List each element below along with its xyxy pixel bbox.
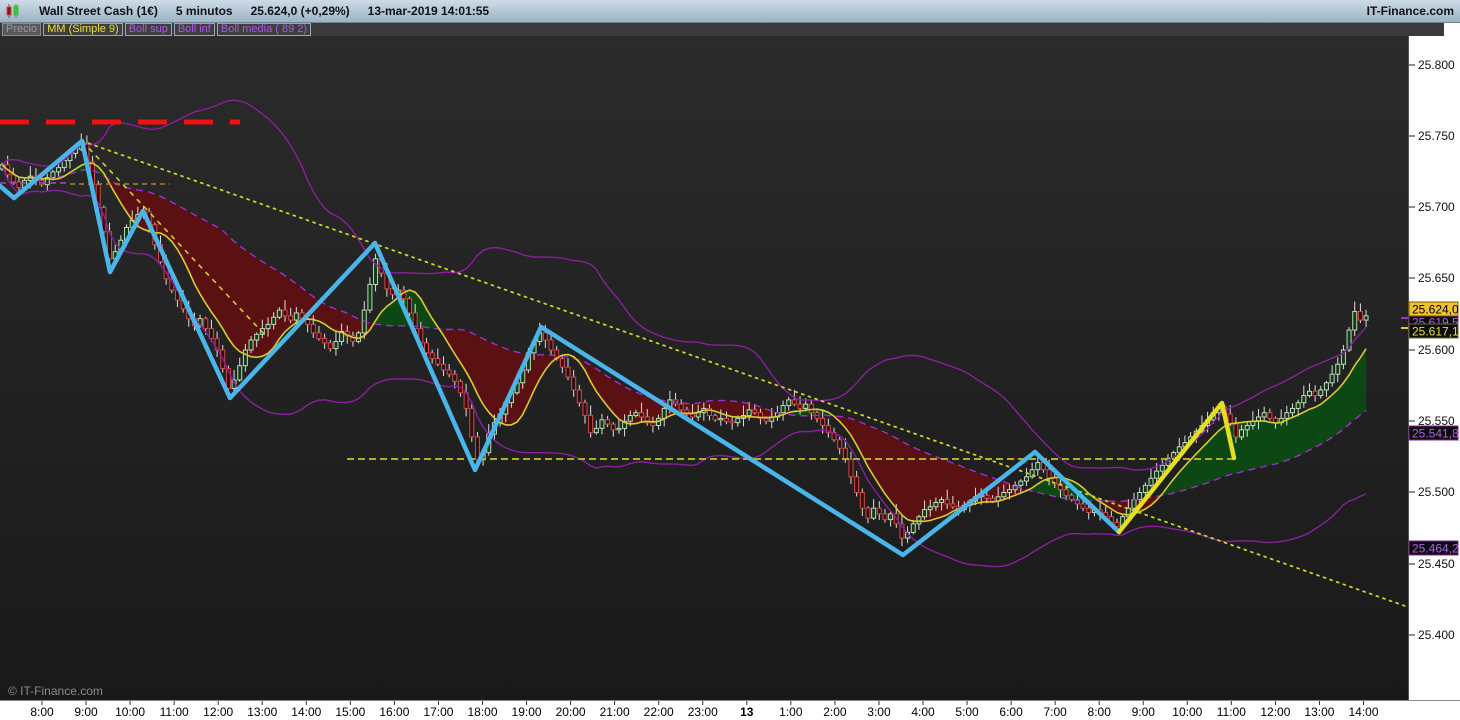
svg-text:25.624,0: 25.624,0 — [1412, 303, 1459, 317]
svg-text:25.700: 25.700 — [1418, 200, 1455, 214]
svg-text:2:00: 2:00 — [823, 705, 847, 719]
svg-text:19:00: 19:00 — [512, 705, 542, 719]
indicator-toolbar: PrecioMM (Simple 9)Boll supBoll infBoll … — [0, 23, 1444, 36]
indicator-button-boll-sup[interactable]: Boll sup — [125, 23, 172, 36]
svg-text:17:00: 17:00 — [423, 705, 453, 719]
trading-app-window: { "header": { "instrument": "Wall Street… — [0, 0, 1460, 720]
indicator-button-boll-media-89-2[interactable]: Boll media ( 89 2) — [217, 23, 311, 36]
svg-text:21:00: 21:00 — [600, 705, 630, 719]
brand-link[interactable]: IT-Finance.com — [1367, 4, 1454, 18]
svg-text:25.750: 25.750 — [1418, 129, 1455, 143]
svg-text:25.600: 25.600 — [1418, 343, 1455, 357]
quote-change: 25.624,0 (+0,29%) — [251, 4, 350, 18]
svg-text:25.464,2: 25.464,2 — [1412, 542, 1459, 556]
svg-text:14:00: 14:00 — [1348, 705, 1378, 719]
svg-text:1:00: 1:00 — [779, 705, 803, 719]
axis-corner — [1444, 22, 1460, 36]
svg-text:25.541,8: 25.541,8 — [1412, 427, 1459, 441]
svg-text:13:00: 13:00 — [1304, 705, 1334, 719]
watermark: © IT-Finance.com — [8, 684, 103, 698]
svg-text:25.400: 25.400 — [1418, 628, 1455, 642]
svg-text:7:00: 7:00 — [1043, 705, 1067, 719]
svg-text:9:00: 9:00 — [1132, 705, 1156, 719]
svg-text:8:00: 8:00 — [1088, 705, 1112, 719]
indicator-button-boll-inf[interactable]: Boll inf — [174, 23, 215, 36]
svg-text:25.650: 25.650 — [1418, 271, 1455, 285]
svg-text:23:00: 23:00 — [688, 705, 718, 719]
svg-text:12:00: 12:00 — [1260, 705, 1290, 719]
svg-text:4:00: 4:00 — [911, 705, 935, 719]
svg-text:6:00: 6:00 — [999, 705, 1023, 719]
svg-text:9:00: 9:00 — [74, 705, 98, 719]
title-bar: Wall Street Cash (1€) 5 minutos 25.624,0… — [0, 0, 1460, 23]
svg-text:16:00: 16:00 — [379, 705, 409, 719]
plot-background — [0, 36, 1408, 700]
svg-text:25.617,1: 25.617,1 — [1412, 325, 1459, 339]
svg-text:22:00: 22:00 — [644, 705, 674, 719]
svg-text:11:00: 11:00 — [160, 705, 189, 719]
svg-text:25.500: 25.500 — [1418, 485, 1455, 499]
candlestick-icon — [5, 3, 21, 19]
svg-text:20:00: 20:00 — [556, 705, 586, 719]
datetime-label: 13-mar-2019 14:01:55 — [368, 4, 489, 18]
svg-text:13: 13 — [740, 705, 754, 719]
price-tag-last: 25.624,0 — [1409, 302, 1459, 317]
svg-text:15:00: 15:00 — [335, 705, 365, 719]
svg-text:14:00: 14:00 — [291, 705, 321, 719]
price-tag-boll-inf: 25.464,2 — [1409, 541, 1459, 556]
timeframe-label: 5 minutos — [176, 4, 233, 18]
price-tag-mm9: 25.617,1 — [1409, 324, 1459, 339]
svg-text:12:00: 12:00 — [203, 705, 233, 719]
indicator-button-precio[interactable]: Precio — [2, 23, 41, 36]
svg-text:3:00: 3:00 — [867, 705, 891, 719]
svg-text:10:00: 10:00 — [115, 705, 145, 719]
price-tag-boll-media: 25.541,8 — [1409, 426, 1459, 441]
instrument-name: Wall Street Cash (1€) — [39, 4, 158, 18]
svg-text:10:00: 10:00 — [1172, 705, 1202, 719]
svg-text:18:00: 18:00 — [467, 705, 497, 719]
svg-text:13:00: 13:00 — [247, 705, 277, 719]
svg-text:25.450: 25.450 — [1418, 557, 1455, 571]
svg-text:11:00: 11:00 — [1217, 705, 1246, 719]
svg-text:25.800: 25.800 — [1418, 58, 1455, 72]
svg-text:8:00: 8:00 — [30, 705, 54, 719]
chart-canvas[interactable]: © IT-Finance.com 25.800 25.750 25.700 25.650… — [0, 0, 1460, 720]
indicator-button-mm-simple-9[interactable]: MM (Simple 9) — [43, 23, 123, 36]
svg-text:5:00: 5:00 — [955, 705, 979, 719]
